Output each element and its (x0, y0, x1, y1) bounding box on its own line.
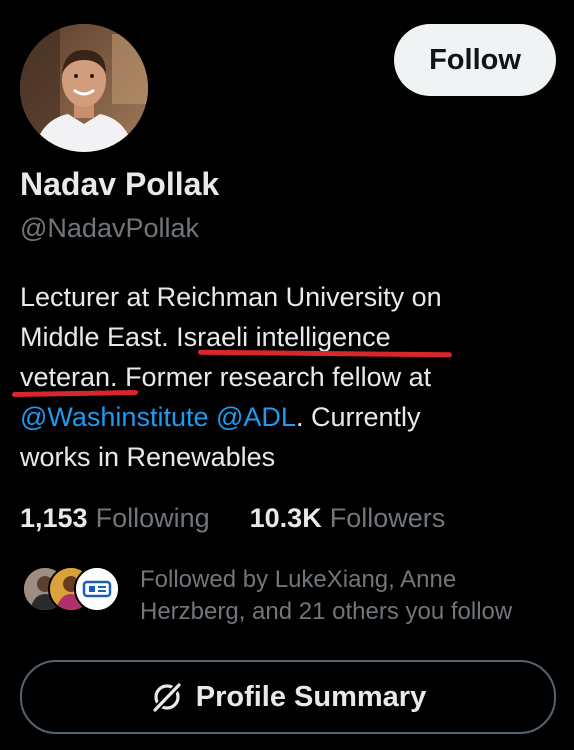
following-stat[interactable]: 1,153 Following (20, 503, 210, 534)
bio: Lecturer at Reichman University on Middl… (20, 277, 560, 477)
bio-line: works in Renewables (20, 442, 276, 472)
display-name: Nadav Pollak (20, 166, 220, 202)
profile-summary-button[interactable]: Profile Summary (20, 660, 556, 734)
avatar[interactable] (20, 24, 148, 152)
bio-text: Former research fellow at (117, 362, 432, 392)
follow-button[interactable]: Follow (394, 24, 556, 96)
bio-line: Lecturer at Reichman University on (20, 282, 442, 312)
mention-link-washinstitute[interactable]: @Washinstitute (20, 402, 208, 432)
bio-highlight-text: Israeli intelligence (176, 322, 391, 352)
user-handle: @NadavPollak (20, 213, 199, 243)
followed-by-line: Followed by LukeXiang, Anne (140, 566, 457, 593)
bio-text: . Currently (295, 402, 421, 432)
following-count: 1,153 (20, 503, 88, 533)
grok-slash-icon (150, 680, 184, 714)
bio-text: Middle East. (20, 322, 177, 352)
followed-by-row[interactable]: Followed by LukeXiang, Anne Herzberg, an… (20, 564, 560, 630)
follow-stats: 1,153 Following 10.3K Followers (20, 503, 445, 534)
followed-by-line: Herzberg, and 21 others you follow (140, 598, 513, 625)
bio-line: @Washinstitute @ADL. Currently (20, 397, 560, 437)
profile-photo (20, 24, 148, 152)
bio-highlight-text: veteran. (20, 362, 118, 392)
mutual-avatar (74, 566, 120, 612)
mutual-avatars (22, 566, 122, 612)
followed-by-text: Followed by LukeXiang, Anne Herzberg, an… (140, 564, 570, 628)
followers-count: 10.3K (249, 503, 322, 533)
mention-link-adl[interactable]: @ADL (216, 402, 296, 432)
profile-summary-label: Profile Summary (195, 680, 427, 713)
followers-stat[interactable]: 10.3K Followers (250, 503, 446, 534)
following-label: Following (95, 503, 210, 533)
followers-label: Followers (329, 503, 446, 533)
